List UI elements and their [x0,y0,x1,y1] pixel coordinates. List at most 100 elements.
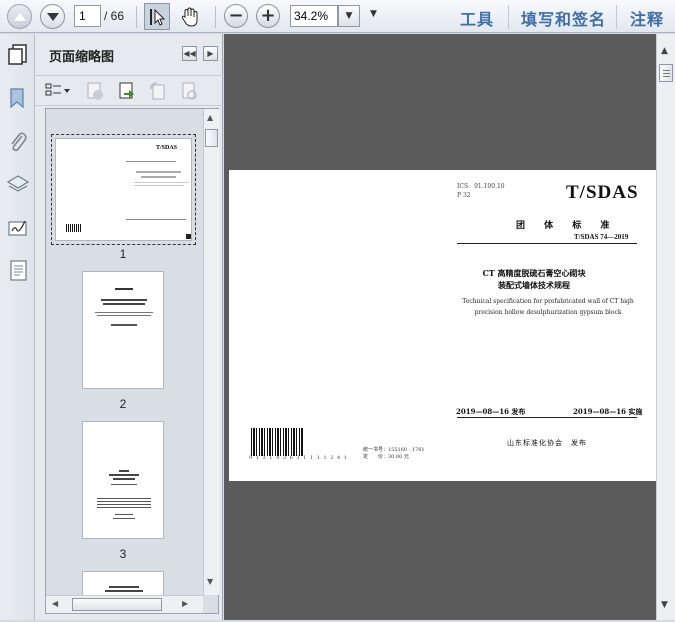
hand-tool-button[interactable] [177,3,203,30]
thumbnail-rule [126,161,176,162]
ics-line: ICS 91.100.10 [457,183,505,190]
grip-line [663,70,670,71]
thumbnail-text-line [95,312,153,313]
delete-page-icon [87,82,103,100]
zoom-in-button[interactable]: + [256,4,280,28]
scroll-right-icon[interactable]: ▶ [182,599,188,608]
title-en-line-1: Technical specification for prefabricate… [462,298,634,305]
scroll-up-icon[interactable]: ▲ [661,46,668,56]
chevron-down-icon: ▼ [370,9,377,19]
select-tool-button[interactable] [144,3,170,30]
thumbnail-text-line [109,586,139,588]
comment-menu[interactable]: 注释 [630,6,664,30]
collapse-panel-button[interactable]: ◀◀ [182,46,197,61]
page-thumbnail-2[interactable] [82,271,164,389]
scroll-left-icon[interactable]: ◀ [52,599,58,608]
standard-number: T/SDAS 74—2019 [574,233,629,241]
double-chevron-left-icon: ◀◀ [183,49,196,58]
delete-page-button[interactable] [85,81,105,101]
panel-toolbar [35,76,223,106]
print-page-button[interactable] [179,81,199,101]
toolbar-divider [508,5,509,29]
thumbnail-text-line [113,518,135,519]
layers-button[interactable] [6,172,30,196]
tools-menu[interactable]: 工具 [460,6,494,30]
panel-title: 页面缩略图 [49,50,115,65]
ics-code: ICS 91.100.10 P 32 [457,182,505,200]
insert-page-button[interactable] [117,81,137,101]
thumbnail-text-line [136,171,181,173]
scroll-down-icon[interactable]: ▼ [661,600,668,610]
book-number: 统一书号：155160 · 1761 定 价：30.00 元 [363,447,425,461]
thumbnail-horizontal-scrollbar[interactable]: ◀ ▶ [46,595,203,613]
document-icon [10,260,27,281]
minus-icon: − [228,5,244,26]
rotate-page-button[interactable] [148,81,168,101]
panel-next-button[interactable]: ▶ [203,46,218,61]
chevron-right-icon: ▶ [207,49,214,58]
layers-icon [6,175,30,192]
scroll-down-icon[interactable]: ▼ [207,577,213,586]
title-cn-line-1: CT 高精度脱硫石膏空心砌块 [482,268,586,278]
insert-page-icon [119,82,134,99]
thumbnail-text-line [97,315,151,316]
scroll-up-icon[interactable]: ▲ [207,113,213,122]
thumbnails-panel: 页面缩略图 ◀◀ ▶ T/SDAS 1 2 3 ▲ ▼ ◀ ▶ [35,34,223,620]
toolbar-divider [616,5,617,29]
page-thumbnail-3[interactable] [82,421,164,539]
page-thumbnails-button[interactable] [6,42,30,66]
publisher: 山东标准化协会 发布 [507,439,587,447]
thumbnail-text-line [103,303,145,305]
attachments-button[interactable] [6,130,30,154]
thumbnail-text-line [134,185,184,186]
thumbnail-text-line [113,478,135,480]
panel-header: 页面缩略图 ◀◀ ▶ [35,34,223,76]
document-page: ICS 91.100.10 P 32 T/SDAS 团 体 标 准 T/SDAS… [229,170,656,481]
thumbnail-list[interactable]: T/SDAS 1 2 3 ▲ ▼ ◀ ▶ [45,108,219,614]
content-button[interactable] [6,258,30,282]
thumbnail-vertical-scrollbar[interactable]: ▲ ▼ [203,109,219,595]
thumbnail-text-line [105,590,143,592]
thumbnail-text-line [97,501,151,502]
more-tools-dropdown[interactable]: ▼ [370,9,377,19]
thumbnail-text-line [119,470,129,472]
cursor-icon [150,8,165,26]
bookmarks-button[interactable] [6,86,30,110]
plus-icon: + [260,5,276,26]
page-thumbnail-4[interactable] [82,571,164,595]
footer-rule [457,417,637,418]
thumbnail-text-line [115,288,133,290]
thumbnail-text-line [141,176,176,178]
document-vertical-scrollbar[interactable]: ▲ ▼ [656,34,675,620]
thumbnail-text-line [97,504,151,505]
price-line: 定 价：30.00 元 [363,454,409,460]
zoom-out-button[interactable]: − [224,4,248,28]
zoom-dropdown-button[interactable]: ▼ [338,5,360,27]
next-page-button[interactable] [40,4,65,29]
thumbnail-barcode [66,224,82,232]
signature-icon [8,220,27,236]
thumbnail-text-line [109,474,139,476]
fill-sign-menu[interactable]: 填写和签名 [521,6,606,30]
thumbnail-options-button[interactable] [45,81,71,101]
toolbar: 1 / 66 − + 34.2% ▼ ▼ 工具 填写和签名 注释 [0,0,675,33]
book-number-line: 统一书号：155160 · 1761 [363,447,425,453]
signatures-button[interactable] [6,216,30,240]
barcode-digits: 9 1 3 1 4 3 6 3 1 1 1 1 2 4 1 [249,455,348,461]
page-properties-icon [182,82,197,100]
toolbar-divider [215,6,216,28]
previous-page-button[interactable] [7,4,32,29]
page-number-input[interactable]: 1 [74,5,101,27]
thumbnail-hscroll-thumb[interactable] [72,598,162,611]
options-menu-icon [45,83,70,96]
thumbnail-label-1: 1 [119,247,127,261]
hand-icon [181,6,198,27]
page-thumbnail-1[interactable]: T/SDAS [55,138,192,241]
thumbnail-scroll-thumb[interactable] [205,129,218,147]
publish-date: 2019—08—16 发布 [456,407,526,416]
barcode [251,428,303,456]
chevron-down-icon: ▼ [345,11,353,21]
document-scroll-thumb[interactable] [659,64,673,82]
thumbnail-label-2: 2 [119,397,127,411]
zoom-level-input[interactable]: 34.2% [290,5,338,27]
